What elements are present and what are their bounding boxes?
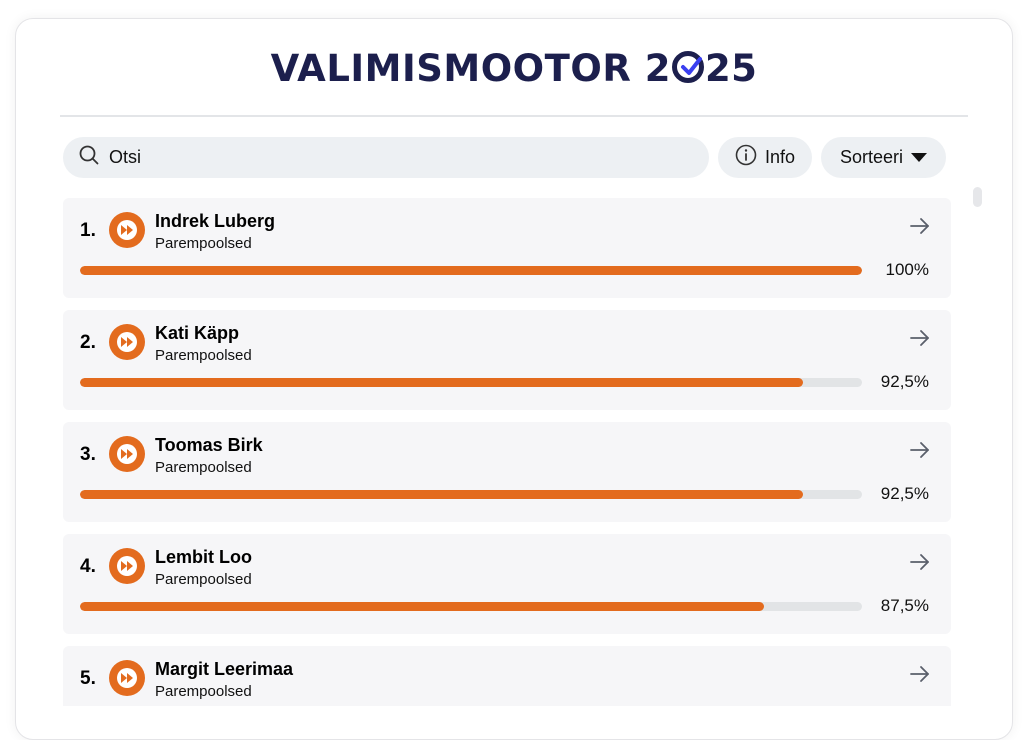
info-button-label: Info [764, 147, 796, 167]
logo-check-circle-icon [671, 51, 704, 83]
party-logo-icon [109, 324, 145, 360]
match-bar-fill [80, 266, 862, 275]
app-card: VALIMISMOOTOR 2 25 Info Sorteeri 1. Indrek… [15, 18, 1013, 740]
candidate-name: Indrek Luberg [155, 211, 276, 231]
candidate-row[interactable]: 4. Lembit Loo Parempoolsed 87,5% [63, 534, 951, 634]
search-input[interactable] [107, 146, 671, 169]
candidate-rank: 2. [80, 332, 96, 353]
candidate-name: Toomas Birk [155, 435, 263, 455]
candidate-row[interactable]: 1. Indrek Luberg Parempoolsed 100% [63, 198, 951, 298]
party-logo-icon [109, 436, 145, 472]
header-divider [60, 115, 968, 117]
candidate-party: Parempoolsed [155, 571, 252, 588]
candidate-name: Kati Käpp [155, 323, 240, 343]
match-bar-fill [80, 490, 804, 499]
party-logo-icon [109, 212, 145, 248]
info-icon [735, 144, 757, 171]
match-percent: 87,5% [880, 596, 929, 615]
match-bar [80, 266, 862, 275]
candidate-party: Parempoolsed [155, 235, 252, 252]
candidate-row[interactable]: 5. Margit Leerimaa Parempoolsed [63, 646, 951, 706]
candidate-rank: 3. [80, 444, 96, 465]
scrollbar-thumb[interactable] [973, 187, 982, 207]
candidate-party: Parempoolsed [155, 347, 252, 364]
info-button[interactable]: Info [718, 137, 812, 178]
arrow-right-icon [909, 217, 931, 235]
candidate-name: Lembit Loo [155, 547, 252, 567]
party-logo-icon [109, 660, 145, 696]
app-logo: VALIMISMOOTOR 2 25 [16, 47, 1012, 91]
candidate-party: Parempoolsed [155, 459, 252, 476]
sort-button[interactable]: Sorteeri [821, 137, 946, 178]
candidate-rank: 4. [80, 556, 96, 577]
match-percent: 92,5% [880, 484, 929, 503]
caret-down-icon [911, 147, 928, 168]
party-logo-icon [109, 548, 145, 584]
candidate-row[interactable]: 3. Toomas Birk Parempoolsed 92,5% [63, 422, 951, 522]
arrow-right-icon [909, 553, 931, 571]
match-bar-fill [80, 602, 765, 611]
match-bar [80, 602, 862, 611]
arrow-right-icon [909, 665, 931, 683]
candidate-rank: 5. [80, 668, 96, 689]
match-percent: 100% [885, 260, 929, 279]
arrow-right-icon [909, 441, 931, 459]
candidate-name: Margit Leerimaa [155, 659, 294, 679]
match-percent: 92,5% [880, 372, 929, 391]
logo-text-start: VALIMISMOOTOR 2 [270, 47, 671, 90]
candidate-list: 1. Indrek Luberg Parempoolsed 100% 2. Kati Kä… [63, 198, 951, 706]
search-icon [79, 145, 99, 170]
candidate-party: Parempoolsed [155, 683, 252, 700]
arrow-right-icon [909, 329, 931, 347]
search-box[interactable] [63, 137, 709, 178]
match-bar [80, 378, 862, 387]
logo-text-end: 25 [704, 47, 758, 90]
match-bar [80, 490, 862, 499]
sort-button-label: Sorteeri [839, 147, 904, 167]
candidate-row[interactable]: 2. Kati Käpp Parempoolsed 92,5% [63, 310, 951, 410]
match-bar-fill [80, 378, 804, 387]
candidate-rank: 1. [80, 220, 96, 241]
